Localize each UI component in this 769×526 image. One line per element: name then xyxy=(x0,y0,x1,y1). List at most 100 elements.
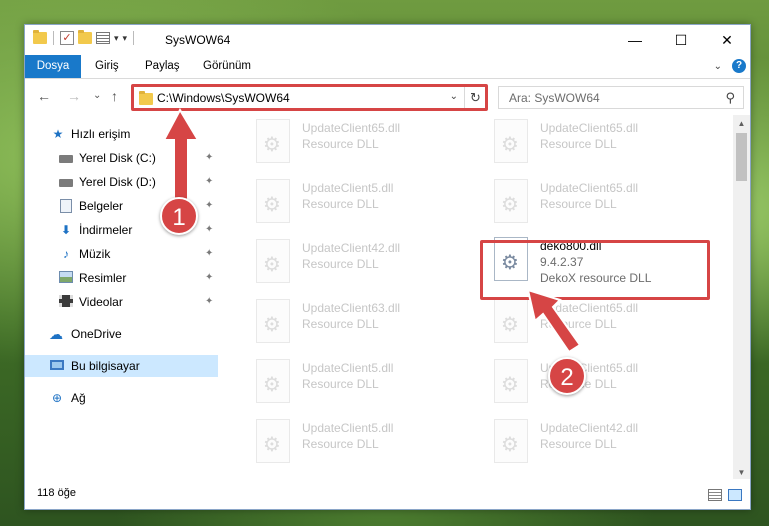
sidebar-item-label: Belgeler xyxy=(79,199,124,213)
status-bar: 118 öğe xyxy=(25,479,750,509)
sidebar-item-network[interactable]: ⊕ Ağ xyxy=(25,387,218,409)
file-name: UpdateClient65.dll xyxy=(540,181,639,195)
search-icon[interactable]: ⚲ xyxy=(725,90,735,106)
minimize-button[interactable]: — xyxy=(612,25,658,55)
window-controls: — ☐ ✕ xyxy=(612,25,750,55)
tiles-view-icon[interactable] xyxy=(728,489,742,501)
pin-icon[interactable]: ✦ xyxy=(205,171,213,193)
properties-icon[interactable] xyxy=(96,32,110,44)
tab-home[interactable]: Giriş xyxy=(85,55,129,78)
file-tile[interactable]: UpdateClient5.dll Resource DLL xyxy=(240,415,470,471)
ribbon-tabs: Dosya Giriş Paylaş Görünüm ⌄ ? xyxy=(25,55,750,79)
pin-icon[interactable]: ✦ xyxy=(205,219,213,241)
file-description: Resource DLL xyxy=(540,137,617,151)
pin-icon[interactable]: ✦ xyxy=(205,267,213,289)
dll-file-icon xyxy=(494,119,528,163)
sidebar-item-label: Ağ xyxy=(71,391,86,405)
up-arrow-icon[interactable]: ↑ xyxy=(111,88,118,104)
toolbar-separator xyxy=(53,31,54,45)
sidebar-item-label: Yerel Disk (C:) xyxy=(79,151,156,165)
file-tile[interactable]: UpdateClient65.dll Resource DLL xyxy=(478,295,708,351)
pin-icon[interactable]: ✦ xyxy=(205,243,213,265)
file-tile[interactable]: UpdateClient63.dll Resource DLL xyxy=(240,295,470,351)
file-tile[interactable]: UpdateClient42.dll Resource DLL xyxy=(240,235,470,291)
file-tile[interactable]: UpdateClient65.dll Resource DLL xyxy=(478,175,708,231)
address-bar[interactable]: C:\Windows\SysWOW64 ⌄ ↻ xyxy=(132,86,487,109)
file-name: UpdateClient5.dll xyxy=(302,421,394,435)
ribbon-right-controls: ⌄ ? xyxy=(714,59,746,73)
file-description: Resource DLL xyxy=(302,197,379,211)
sidebar-item-pictures[interactable]: Resimler ✦ xyxy=(25,267,218,289)
file-tile-deko800[interactable]: deko800.dll 9.4.2.37 DekoX resource DLL xyxy=(478,233,708,289)
navigation-pane: ★ Hızlı erişim Yerel Disk (C:) ✦ Yerel D… xyxy=(25,115,219,481)
file-name: UpdateClient65.dll xyxy=(302,121,401,135)
item-count: 118 öğe xyxy=(37,487,76,499)
tab-share[interactable]: Paylaş xyxy=(135,55,190,78)
sidebar-item-label: Müzik xyxy=(79,247,111,261)
dll-file-icon xyxy=(494,299,528,343)
search-placeholder: Ara: SysWOW64 xyxy=(509,91,600,105)
sidebar-item-this-pc[interactable]: Bu bilgisayar xyxy=(25,355,218,377)
sidebar-item-music[interactable]: ♪ Müzik ✦ xyxy=(25,243,218,265)
navigation-bar: ← → ⌄ ↑ C:\Windows\SysWOW64 ⌄ ↻ Ara: Sys… xyxy=(25,79,750,115)
dll-file-icon xyxy=(494,359,528,403)
file-name: UpdateClient42.dll xyxy=(540,421,639,435)
sidebar-item-label: Resimler xyxy=(79,271,127,285)
customize-toolbar-icon[interactable]: ▾ xyxy=(123,33,128,44)
file-tile[interactable]: UpdateClient5.dll Resource DLL xyxy=(240,175,470,231)
help-icon[interactable]: ? xyxy=(732,59,746,73)
maximize-button[interactable]: ☐ xyxy=(658,25,704,55)
sidebar-item-local-disk-d[interactable]: Yerel Disk (D:) ✦ xyxy=(25,171,218,193)
file-name: UpdateClient42.dll xyxy=(302,241,401,255)
properties-check-icon[interactable]: ✓ xyxy=(60,31,74,45)
video-icon xyxy=(59,295,73,307)
address-path[interactable]: C:\Windows\SysWOW64 xyxy=(157,91,290,105)
music-icon: ♪ xyxy=(63,247,69,261)
pin-icon[interactable]: ✦ xyxy=(205,195,213,217)
forward-arrow-icon[interactable]: → xyxy=(67,88,81,104)
dll-file-icon xyxy=(494,179,528,223)
refresh-icon[interactable]: ↻ xyxy=(464,87,486,108)
sidebar-item-onedrive[interactable]: ☁ OneDrive xyxy=(25,323,218,345)
folder-icon[interactable] xyxy=(33,30,47,44)
file-description: Resource DLL xyxy=(540,317,617,331)
search-box[interactable]: Ara: SysWOW64 ⚲ xyxy=(498,86,744,109)
sidebar-item-local-disk-c[interactable]: Yerel Disk (C:) ✦ xyxy=(25,147,218,169)
new-folder-icon[interactable] xyxy=(78,30,92,44)
file-tile[interactable]: UpdateClient65.dll Resource DLL xyxy=(478,115,708,171)
tab-view[interactable]: Görünüm xyxy=(193,55,261,78)
address-dropdown-icon[interactable]: ⌄ xyxy=(450,91,458,102)
network-icon: ⊕ xyxy=(51,391,63,405)
file-tile[interactable]: UpdateClient65.dll Resource DLL xyxy=(478,355,708,411)
file-description: Resource DLL xyxy=(302,437,379,451)
file-description: Resource DLL xyxy=(540,197,617,211)
close-button[interactable]: ✕ xyxy=(704,25,750,55)
computer-icon xyxy=(50,360,64,370)
scroll-thumb[interactable] xyxy=(736,133,747,181)
file-tile[interactable]: UpdateClient42.dll Resource DLL xyxy=(478,415,708,471)
star-icon: ★ xyxy=(52,127,64,141)
dll-file-icon xyxy=(494,237,528,281)
sidebar-item-videos[interactable]: Videolar ✦ xyxy=(25,291,218,313)
folder-icon xyxy=(139,91,153,105)
file-tile[interactable]: UpdateClient5.dll Resource DLL xyxy=(240,355,470,411)
drive-icon xyxy=(59,179,73,187)
file-name: deko800.dll xyxy=(540,239,602,253)
pin-icon[interactable]: ✦ xyxy=(205,291,213,313)
file-description: DekoX resource DLL xyxy=(540,271,652,285)
file-name: UpdateClient5.dll xyxy=(302,181,394,195)
back-arrow-icon[interactable]: ← xyxy=(37,88,51,104)
recent-locations-icon[interactable]: ⌄ xyxy=(93,90,101,101)
step-badge-2: 2 xyxy=(548,357,586,395)
details-view-icon[interactable] xyxy=(708,489,722,501)
chevron-down-icon[interactable]: ▾ xyxy=(114,33,119,44)
pin-icon[interactable]: ✦ xyxy=(205,147,213,169)
file-tile[interactable]: UpdateClient65.dll Resource DLL xyxy=(240,115,470,171)
scroll-up-icon[interactable]: ▲ xyxy=(733,115,750,132)
picture-icon xyxy=(59,271,73,283)
vertical-scrollbar[interactable]: ▲ ▼ xyxy=(733,115,750,481)
tab-file[interactable]: Dosya xyxy=(25,55,81,78)
sidebar-item-quick-access[interactable]: ★ Hızlı erişim xyxy=(25,123,218,145)
expand-ribbon-icon[interactable]: ⌄ xyxy=(714,61,722,72)
dll-file-icon xyxy=(256,179,290,223)
